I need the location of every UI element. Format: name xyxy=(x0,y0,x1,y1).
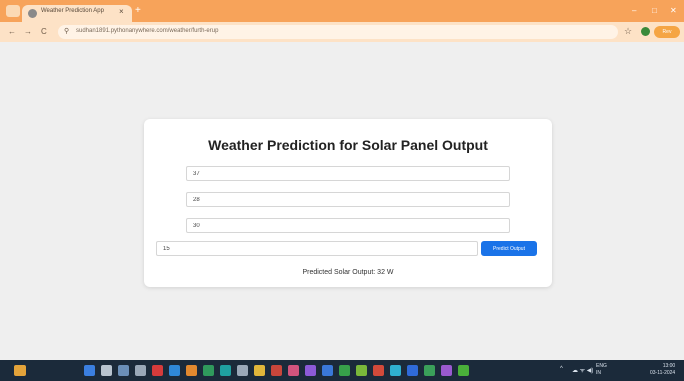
weather-widget-icon[interactable] xyxy=(14,365,26,376)
system-clock[interactable]: 13:00 03-11-2024 xyxy=(650,363,675,377)
tray-status-icons[interactable]: ☁ ᯤ ◀) xyxy=(572,366,593,374)
back-button[interactable]: ← xyxy=(8,27,16,37)
close-window-button[interactable]: ✕ xyxy=(670,6,677,15)
app-blue3-icon[interactable] xyxy=(407,365,418,376)
taskbar: ^ ☁ ᯤ ◀) ENG IN 13:00 03-11-2024 xyxy=(0,360,684,381)
tab-favicon-icon xyxy=(28,9,37,18)
app-red2-icon[interactable] xyxy=(271,365,282,376)
tab-weather-prediction[interactable]: Weather Prediction App × xyxy=(22,5,132,22)
language-indicator[interactable]: ENG IN xyxy=(596,363,607,377)
browser-toolbar: ← → C ⚲ sudhan1891.pythonanywhere.com/we… xyxy=(0,22,684,42)
app-green3-icon[interactable] xyxy=(424,365,435,376)
app-blue2-icon[interactable] xyxy=(322,365,333,376)
extension-icon[interactable] xyxy=(641,27,650,36)
input-field-4[interactable] xyxy=(156,241,478,256)
app-cyan-icon[interactable] xyxy=(390,365,401,376)
task-view-icon[interactable] xyxy=(118,365,129,376)
app-violet-icon[interactable] xyxy=(441,365,452,376)
app-purple-icon[interactable] xyxy=(305,365,316,376)
app-green2-icon[interactable] xyxy=(339,365,350,376)
bookmark-star-icon[interactable]: ☆ xyxy=(624,26,632,37)
tray-chevron-icon[interactable]: ^ xyxy=(560,366,563,372)
app-green4-icon[interactable] xyxy=(458,365,469,376)
input-field-2[interactable] xyxy=(186,192,510,207)
browser-menu-icon[interactable] xyxy=(6,5,20,17)
url-text[interactable]: sudhan1891.pythonanywhere.com/weather/fu… xyxy=(76,28,218,34)
widgets-icon[interactable] xyxy=(135,365,146,376)
forward-button[interactable]: → xyxy=(24,27,32,37)
app-pink-icon[interactable] xyxy=(288,365,299,376)
page-title: Weather Prediction for Solar Panel Outpu… xyxy=(208,137,488,153)
search-icon[interactable] xyxy=(101,365,112,376)
address-bar[interactable]: ⚲ sudhan1891.pythonanywhere.com/weather/… xyxy=(58,25,618,39)
new-tab-button[interactable]: + xyxy=(135,5,141,17)
page-viewport: Weather Prediction for Solar Panel Outpu… xyxy=(0,42,684,360)
minimize-button[interactable]: – xyxy=(632,6,636,15)
tab-close-icon[interactable]: × xyxy=(119,7,124,16)
clock-date: 03-11-2024 xyxy=(650,370,676,376)
app-yellow-icon[interactable] xyxy=(254,365,265,376)
app-orange-icon[interactable] xyxy=(186,365,197,376)
clock-time: 13:00 xyxy=(662,363,676,369)
app-blue-icon[interactable] xyxy=(169,365,180,376)
input-field-1[interactable] xyxy=(186,166,510,181)
app-red-icon[interactable] xyxy=(152,365,163,376)
reload-button[interactable]: C xyxy=(41,27,47,37)
start-icon[interactable] xyxy=(84,365,95,376)
browser-tab-strip: Weather Prediction App × + – □ ✕ xyxy=(0,0,684,22)
maximize-button[interactable]: □ xyxy=(652,6,657,15)
profile-button[interactable]: Rev xyxy=(654,26,680,38)
prediction-card: Weather Prediction for Solar Panel Outpu… xyxy=(144,119,552,287)
app-green-icon[interactable] xyxy=(203,365,214,376)
input-field-3[interactable] xyxy=(186,218,510,233)
app-red3-icon[interactable] xyxy=(373,365,384,376)
app-teal-icon[interactable] xyxy=(220,365,231,376)
site-info-icon[interactable]: ⚲ xyxy=(64,27,69,35)
app-gray-icon[interactable] xyxy=(237,365,248,376)
app-lime-icon[interactable] xyxy=(356,365,367,376)
predict-output-button[interactable]: Predict Output xyxy=(481,241,537,256)
tab-title: Weather Prediction App xyxy=(41,8,104,14)
prediction-result: Predicted Solar Output: 32 W xyxy=(302,269,394,276)
